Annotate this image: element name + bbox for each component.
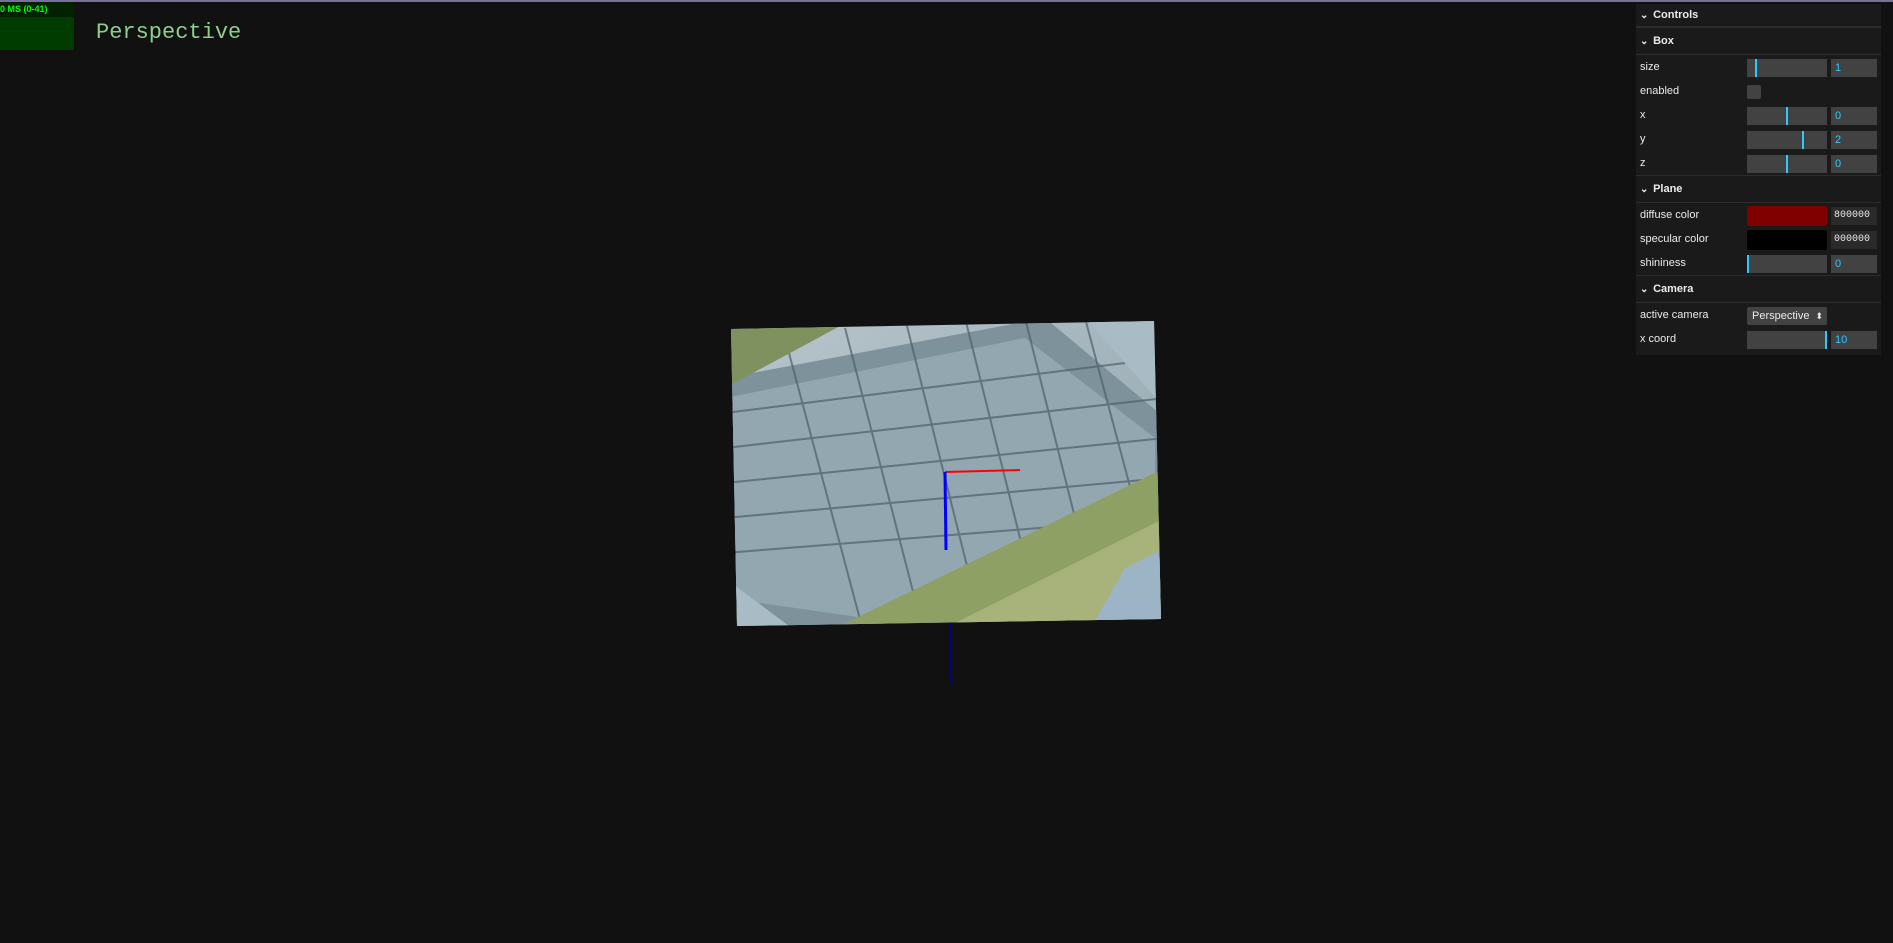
- box-z-input[interactable]: 0: [1831, 155, 1877, 173]
- box-x-control: x 0: [1636, 103, 1881, 127]
- active-camera-label: active camera: [1640, 309, 1709, 321]
- slider-knob[interactable]: [1802, 131, 1804, 149]
- specular-color-label: specular color: [1640, 233, 1709, 245]
- active-camera-control: active camera Perspective ⬍: [1636, 303, 1881, 327]
- box-z-label: z: [1640, 157, 1646, 169]
- shininess-control: shininess 0: [1636, 251, 1881, 275]
- select-updown-icon: ⬍: [1815, 311, 1823, 321]
- controls-panel: ⌄ Controls ⌄ Box size 1 enabled x 0 y 2 …: [1636, 4, 1881, 355]
- chevron-down-icon: ⌄: [1640, 184, 1649, 195]
- box-size-input[interactable]: 1: [1831, 59, 1877, 77]
- folder-plane-title[interactable]: ⌄ Plane: [1636, 175, 1881, 203]
- folder-box-title[interactable]: ⌄ Box: [1636, 27, 1881, 55]
- box-x-label: x: [1640, 109, 1646, 121]
- window-top-border: [0, 0, 1893, 2]
- box-enabled-label: enabled: [1640, 85, 1680, 97]
- box-z-control: z 0: [1636, 151, 1881, 175]
- y-axis-line: [943, 471, 948, 551]
- scene-viewport[interactable]: [725, 318, 1165, 690]
- stats-text: 0 MS (0-41): [0, 4, 48, 14]
- chevron-down-icon: ⌄: [1640, 284, 1649, 295]
- chevron-down-icon: ⌄: [1640, 10, 1649, 21]
- box-enabled-control: enabled: [1636, 79, 1881, 103]
- box-y-control: y 2: [1636, 127, 1881, 151]
- x-coord-control: x coord 10: [1636, 327, 1881, 351]
- specular-color-input[interactable]: 000000: [1831, 231, 1877, 249]
- shininess-slider[interactable]: [1747, 255, 1827, 273]
- box-size-control: size 1: [1636, 55, 1881, 79]
- stats-panel[interactable]: 0 MS (0-41): [0, 2, 74, 50]
- chevron-down-icon: ⌄: [1640, 36, 1649, 47]
- box-y-slider[interactable]: [1747, 131, 1827, 149]
- slider-knob[interactable]: [1755, 59, 1757, 77]
- camera-title: Perspective: [96, 20, 242, 45]
- shininess-label: shininess: [1640, 257, 1686, 269]
- x-coord-input[interactable]: 10: [1831, 331, 1877, 349]
- box-enabled-checkbox[interactable]: [1747, 85, 1761, 99]
- box-x-slider[interactable]: [1747, 107, 1827, 125]
- diffuse-color-control: diffuse color 800000: [1636, 203, 1881, 227]
- diffuse-color-input[interactable]: 800000: [1831, 207, 1877, 225]
- box-size-label: size: [1640, 61, 1660, 73]
- slider-knob[interactable]: [1747, 255, 1749, 273]
- folder-box-label: Box: [1653, 35, 1674, 47]
- x-coord-label: x coord: [1640, 333, 1677, 345]
- folder-camera-label: Camera: [1653, 283, 1694, 295]
- folder-plane-label: Plane: [1653, 183, 1683, 195]
- diffuse-color-swatch[interactable]: [1747, 206, 1827, 226]
- slider-knob[interactable]: [1786, 107, 1788, 125]
- specular-color-control: specular color 000000: [1636, 227, 1881, 251]
- stats-graph: [0, 17, 74, 50]
- box-z-slider[interactable]: [1747, 155, 1827, 173]
- specular-color-swatch[interactable]: [1747, 230, 1827, 250]
- folder-camera-title[interactable]: ⌄ Camera: [1636, 275, 1881, 303]
- controls-title-label: Controls: [1653, 9, 1699, 21]
- controls-title[interactable]: ⌄ Controls: [1636, 4, 1881, 27]
- active-camera-value: Perspective: [1752, 310, 1810, 322]
- box-y-input[interactable]: 2: [1831, 131, 1877, 149]
- x-coord-slider[interactable]: [1747, 331, 1827, 349]
- active-camera-select[interactable]: Perspective ⬍: [1747, 307, 1827, 325]
- box-y-label: y: [1640, 133, 1646, 145]
- shininess-input[interactable]: 0: [1831, 255, 1877, 273]
- slider-knob[interactable]: [1825, 331, 1827, 349]
- slider-knob[interactable]: [1786, 155, 1788, 173]
- diffuse-color-label: diffuse color: [1640, 209, 1700, 221]
- box-x-input[interactable]: 0: [1831, 107, 1877, 125]
- box-size-slider[interactable]: [1747, 59, 1827, 77]
